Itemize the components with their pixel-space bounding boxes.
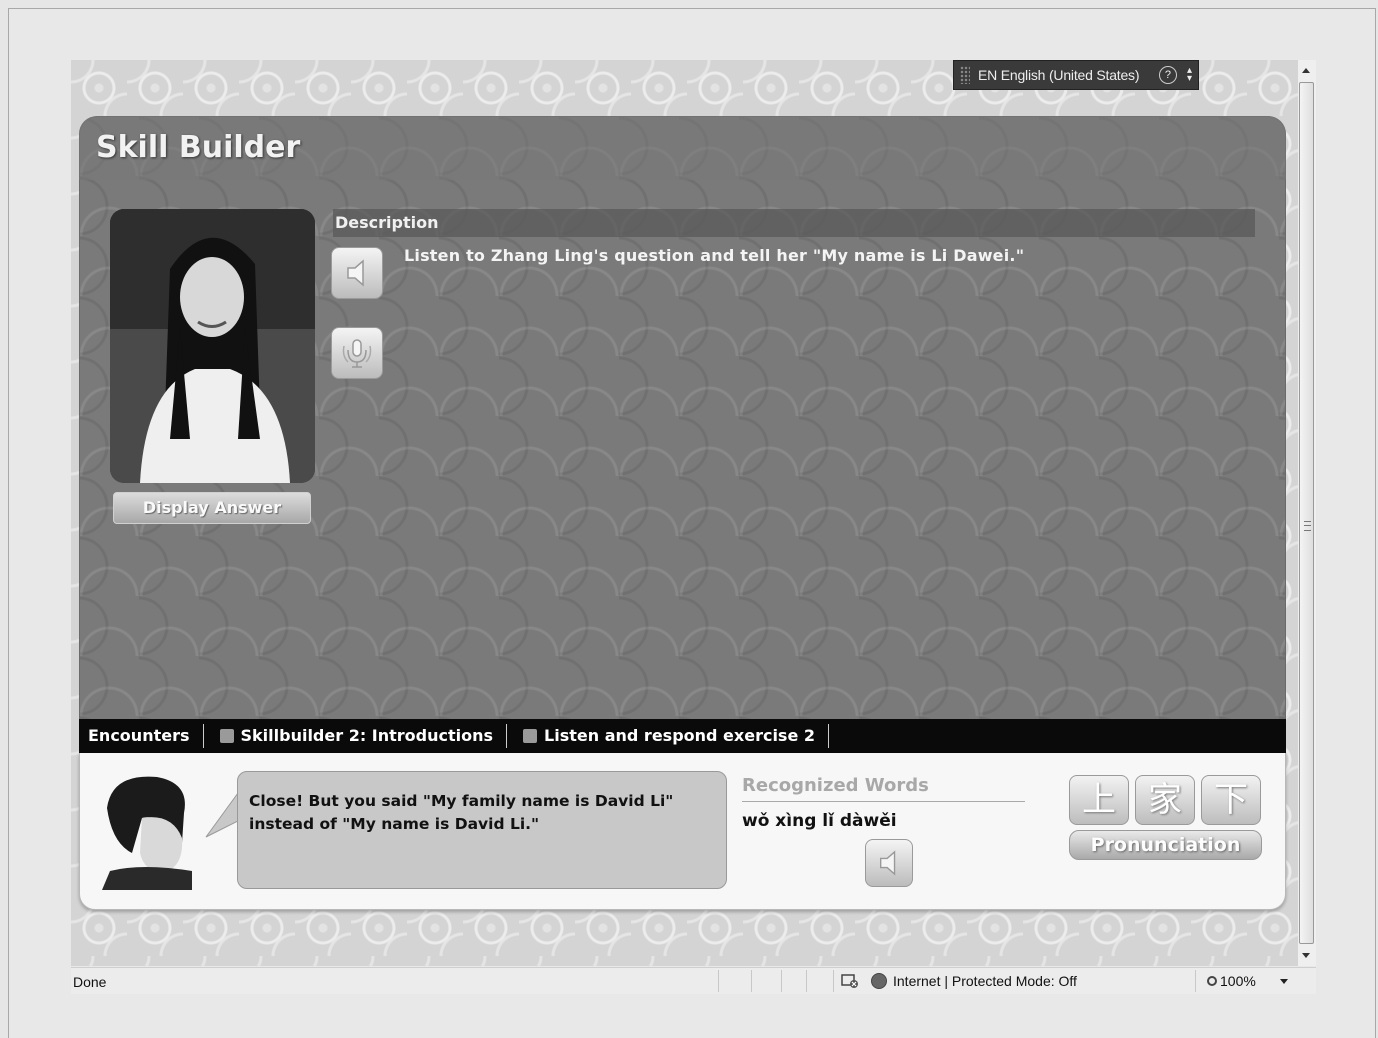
char-button-jia[interactable]: 家	[1135, 775, 1195, 825]
grip-icon[interactable]	[960, 66, 970, 84]
display-answer-button[interactable]: Display Answer	[113, 492, 311, 524]
recognized-words: wǒ xìng lǐ dàwěi	[742, 811, 897, 831]
speech-bubble-tail	[205, 791, 239, 838]
character-photo	[110, 209, 315, 483]
microphone-icon	[342, 339, 372, 368]
breadcrumb-skillbuilder[interactable]: Skillbuilder 2: Introductions	[204, 724, 508, 748]
breadcrumb: Encounters Skillbuilder 2: Introductions…	[79, 719, 1286, 753]
magnifier-icon	[1207, 976, 1217, 986]
vertical-scrollbar[interactable]	[1298, 60, 1316, 966]
speaker-icon	[347, 259, 364, 287]
language-selector[interactable]: EN English (United States)	[978, 67, 1159, 83]
recognized-words-title: Recognized Words	[742, 775, 1025, 802]
zoom-level[interactable]: 100%	[1207, 973, 1256, 989]
char-button-xia[interactable]: 下	[1201, 775, 1261, 825]
speaker-icon	[880, 850, 896, 876]
page-title: Skill Builder	[96, 130, 301, 165]
breadcrumb-exercise[interactable]: Listen and respond exercise 2	[507, 724, 830, 748]
grip-icon	[1304, 521, 1311, 531]
pronunciation-button[interactable]: Pronunciation	[1069, 830, 1262, 860]
security-zone[interactable]: Internet | Protected Mode: Off	[871, 973, 1077, 989]
description-text: Listen to Zhang Ling's question and tell…	[404, 246, 1025, 265]
options-icon[interactable]: ▴ ▾	[1187, 66, 1192, 84]
scroll-up-icon[interactable]	[1302, 68, 1310, 73]
bullet-icon	[219, 729, 234, 743]
feedback-message: Close! But you said "My family name is D…	[237, 771, 727, 889]
scroll-thumb[interactable]	[1299, 82, 1314, 944]
scroll-down-icon[interactable]	[1302, 953, 1310, 958]
zoom-dropdown-icon[interactable]	[1280, 979, 1288, 984]
feedback-panel: Close! But you said "My family name is D…	[79, 753, 1286, 910]
status-bar: Done Internet | Protected Mode: Off 100%	[71, 967, 1316, 994]
skill-builder-panel: Skill Builder Display Answer Description…	[79, 116, 1286, 720]
char-button-shang[interactable]: 上	[1069, 775, 1129, 825]
play-audio-button[interactable]	[331, 247, 383, 299]
language-bar[interactable]: EN English (United States) ? ▴ ▾	[953, 60, 1199, 90]
bullet-icon	[523, 729, 538, 743]
globe-icon	[871, 973, 887, 989]
popup-blocked-icon[interactable]	[841, 973, 859, 989]
status-text: Done	[73, 974, 107, 990]
record-button[interactable]	[331, 327, 383, 379]
play-recognized-button[interactable]	[865, 839, 913, 887]
tutor-avatar	[102, 773, 192, 890]
breadcrumb-encounters[interactable]: Encounters	[79, 724, 204, 748]
description-header: Description	[333, 209, 1255, 237]
help-icon[interactable]: ?	[1158, 66, 1177, 84]
